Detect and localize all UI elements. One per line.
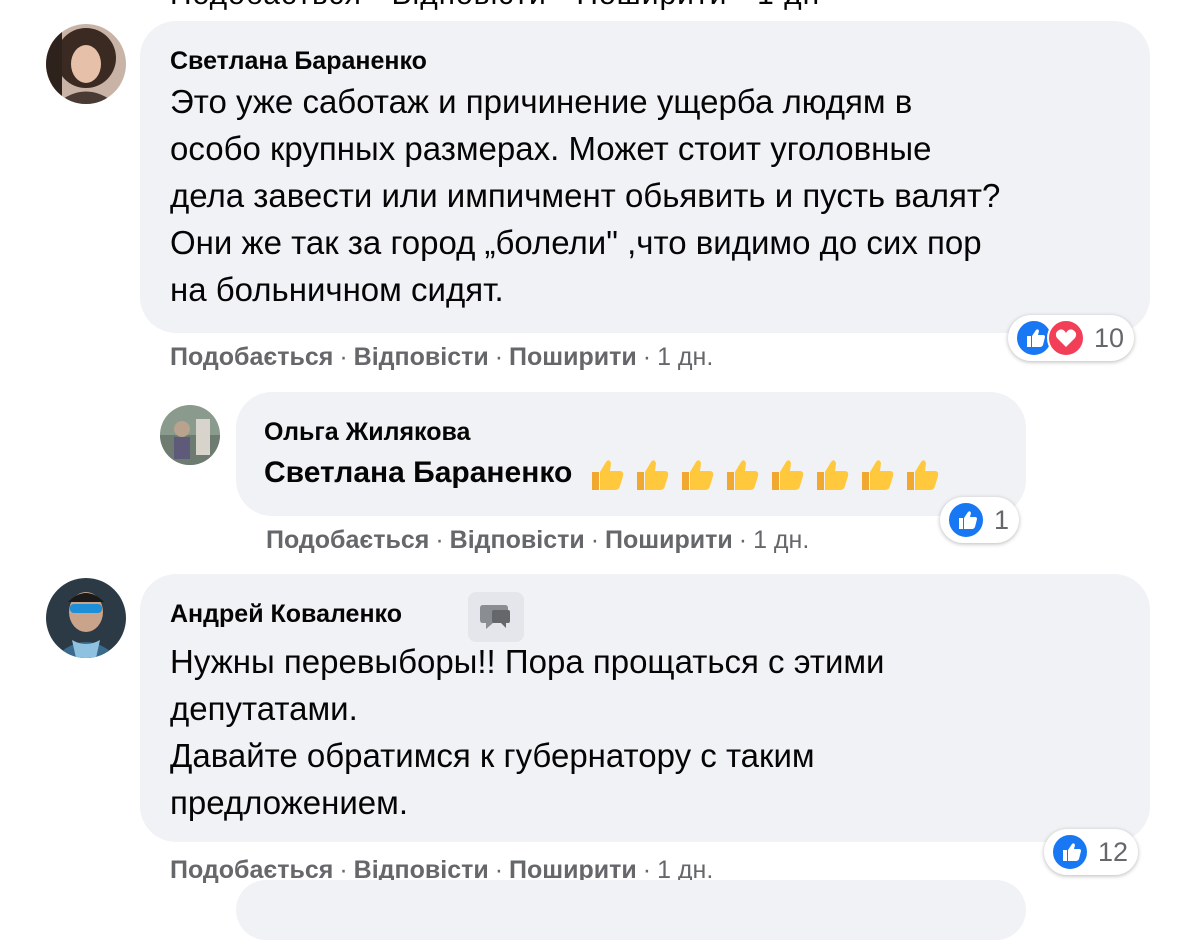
reaction-count: 12 [1098,836,1129,867]
reply-action[interactable]: Відповісти [354,343,489,372]
like-action[interactable]: Подобається [170,343,333,372]
comment-author[interactable]: Светлана Бараненко [170,47,427,76]
separator: · [642,343,652,371]
reply-body: Светлана Бараненко [264,452,943,494]
previous-actions-text: Подобається · Відповісти · Поширити · 1 … [170,0,820,12]
reply-action[interactable]: Відповісти [450,526,585,555]
love-icon [1047,319,1085,357]
thumbs-up-icon [772,460,804,490]
thumbs-up-icon [817,460,849,490]
thumbs-up-icon [637,460,669,490]
comment-actions: Подобається · Відповісти · Поширити · 1 … [170,343,713,372]
comment-bubble: Светлана Бараненко Это уже саботаж и при… [140,21,1150,333]
thumbs-up-icon [862,460,894,490]
thumbs-up-icon [682,460,714,490]
like-icon [1051,833,1089,871]
thumbs-up-icon [592,460,624,490]
conversation-starter-icon[interactable] [468,592,524,642]
timestamp[interactable]: 1 дн. [657,343,713,372]
avatar-svetlana[interactable] [46,24,126,104]
previous-comment-actions-cut: Подобається · Відповісти · Поширити · 1 … [170,0,820,12]
avatar-olga[interactable] [160,405,220,465]
like-icon [947,501,985,539]
comment-author[interactable]: Ольга Жилякова [264,418,470,447]
thumbs-up-icon [907,460,939,490]
avatar-photo [160,405,220,465]
comment-author[interactable]: Андрей Коваленко [170,600,402,629]
reaction-count: 10 [1094,322,1125,353]
separator: · [435,526,444,554]
separator: · [590,526,600,554]
share-action[interactable]: Поширити [509,343,637,372]
comment-text: Это уже саботаж и причинение ущерба людя… [170,83,1001,308]
like-action[interactable]: Подобається [266,526,429,555]
reaction-count: 1 [994,504,1010,535]
next-comment-bubble-cut [236,880,1026,940]
avatar-photo [46,24,126,104]
reaction-summary[interactable]: 12 [1044,829,1139,875]
emoji-row [586,452,943,494]
mention-link[interactable]: Светлана Бараненко [264,456,572,490]
timestamp[interactable]: 1 дн. [753,526,809,555]
separator: · [339,343,348,371]
reaction-summary[interactable]: 1 [940,497,1020,543]
avatar-andrey[interactable] [46,578,126,658]
reply-bubble: Ольга Жилякова Светлана Бараненко [236,392,1026,516]
separator: · [738,526,748,554]
avatar-photo [46,578,126,658]
reaction-summary[interactable]: 10 [1008,315,1135,361]
comment-bubble: Андрей Коваленко Нужны перевыборы!! Пора… [140,574,1150,842]
share-action[interactable]: Поширити [605,526,733,555]
thumbs-up-icon [727,460,759,490]
comment-actions: Подобається · Відповісти · Поширити · 1 … [266,526,809,555]
separator: · [494,343,504,371]
comment-text: Нужны перевыборы!! Пора прощаться с этим… [170,643,885,821]
